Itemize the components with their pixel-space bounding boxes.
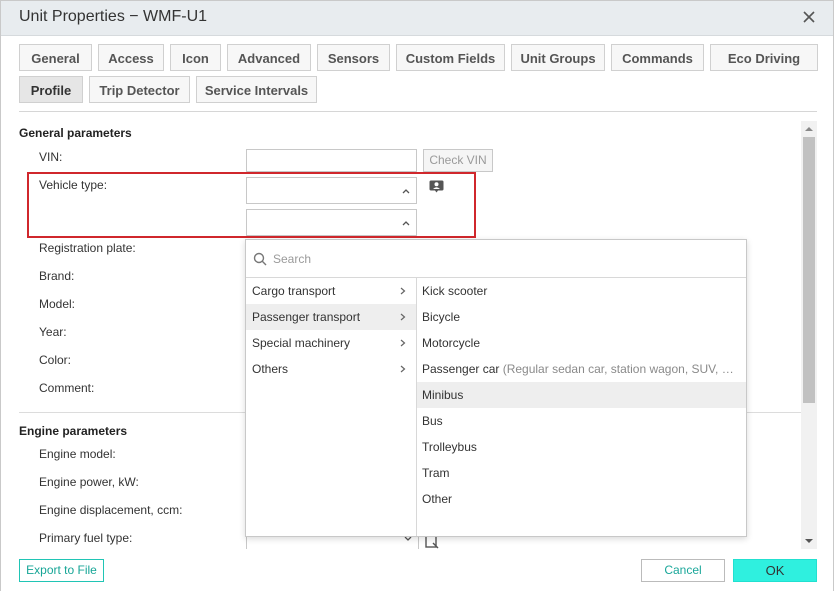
type-name: Bus — [422, 414, 443, 428]
vehicle-type-item[interactable]: Kick scooter — [417, 278, 746, 304]
category-item[interactable]: Special machinery — [246, 330, 416, 356]
dropdown-search-row — [246, 240, 746, 278]
dropdown-search-input[interactable] — [271, 248, 735, 270]
general-parameters-title: General parameters — [19, 126, 132, 140]
vehicle-type-label: Kick scooter — [422, 278, 487, 304]
engine-parameters-title: Engine parameters — [19, 424, 128, 438]
vehicle-type-item[interactable]: Minibus — [417, 382, 746, 408]
tab-service-intervals[interactable]: Service Intervals — [196, 76, 317, 103]
vehicle-type-label: Minibus — [422, 382, 463, 408]
registration-plate-label: Registration plate: — [39, 241, 136, 255]
type-name: Passenger car — [422, 362, 500, 376]
chevron-right-icon — [400, 287, 406, 295]
vehicle-type-item[interactable]: Bus — [417, 408, 746, 434]
category-item[interactable]: Passenger transport — [246, 304, 416, 330]
chevron-right-icon — [400, 313, 406, 321]
search-icon — [253, 252, 267, 266]
vehicle-type-label: Trolleybus — [422, 434, 477, 460]
ok-button[interactable]: OK — [733, 559, 817, 582]
vehicle-type-label: Passenger car (Regular sedan car, statio… — [422, 356, 734, 382]
brand-label: Brand: — [39, 269, 75, 283]
type-name: Tram — [422, 466, 450, 480]
chevron-right-icon — [400, 365, 406, 373]
scroll-up-icon[interactable] — [804, 125, 814, 133]
vin-input[interactable] — [246, 149, 417, 172]
type-description: (Regular sedan car, station wagon, SUV, … — [499, 362, 734, 376]
category-label: Special machinery — [252, 336, 351, 350]
scroll-down-icon[interactable] — [804, 537, 814, 545]
category-label: Cargo transport — [252, 284, 336, 298]
close-icon[interactable] — [801, 9, 817, 25]
vehicle-type-label: Bicycle — [422, 304, 460, 330]
category-label: Others — [252, 362, 289, 376]
category-item[interactable]: Others — [246, 356, 416, 382]
tab-access[interactable]: Access — [98, 44, 164, 71]
check-vin-button[interactable]: Check VIN — [423, 149, 493, 172]
title-bar: Unit Properties − WMF-U1 — [1, 1, 833, 36]
unit-properties-dialog: Unit Properties − WMF-U1 General Access Ic… — [0, 0, 834, 591]
vehicle-type-label: Motorcycle — [422, 330, 480, 356]
vehicle-type-label: Tram — [422, 460, 450, 486]
category-list: Cargo transport Passenger transport Specia… — [246, 278, 417, 536]
type-name: Bicycle — [422, 310, 461, 324]
type-name: Trolleybus — [422, 440, 477, 454]
year-label: Year: — [39, 325, 67, 339]
vehicle-type-label: Other — [422, 486, 452, 512]
vehicle-type-item[interactable]: Passenger car (Regular sedan car, statio… — [417, 356, 746, 382]
type-name: Other — [422, 492, 453, 506]
type-name: Motorcycle — [422, 336, 481, 350]
vehicle-type-item[interactable]: Other — [417, 486, 746, 512]
tab-profile[interactable]: Profile — [19, 76, 83, 103]
category-item[interactable]: Cargo transport — [246, 278, 416, 304]
tab-sensors[interactable]: Sensors — [317, 44, 390, 71]
tab-commands[interactable]: Commands — [611, 44, 704, 71]
color-label: Color: — [39, 353, 72, 367]
fuel-card-icon[interactable] — [425, 535, 439, 549]
tab-icon[interactable]: Icon — [170, 44, 221, 71]
vin-label: VIN: — [39, 150, 63, 164]
scrollbar-thumb[interactable] — [803, 137, 815, 403]
engine-power-label: Engine power, kW: — [39, 475, 139, 489]
type-name: Kick scooter — [422, 284, 488, 298]
export-to-file-button[interactable]: Export to File — [19, 559, 104, 582]
vehicle-type-item[interactable]: Motorcycle — [417, 330, 746, 356]
tab-advanced[interactable]: Advanced — [227, 44, 311, 71]
tabs-divider — [19, 111, 817, 112]
vehicle-type-item[interactable]: Bicycle — [417, 304, 746, 330]
tab-trip-detector[interactable]: Trip Detector — [89, 76, 190, 103]
tab-general[interactable]: General — [19, 44, 92, 71]
vehicle-type-item[interactable]: Tram — [417, 460, 746, 486]
dialog-footer: Export to File Cancel OK — [1, 549, 833, 591]
model-label: Model: — [39, 297, 76, 311]
tab-unit-groups[interactable]: Unit Groups — [511, 44, 605, 71]
primary-fuel-label: Primary fuel type: — [39, 531, 133, 545]
chevron-right-icon — [400, 339, 406, 347]
engine-displacement-label: Engine displacement, ccm: — [39, 503, 183, 517]
dialog-title: Unit Properties − WMF-U1 — [19, 8, 208, 25]
tab-custom-fields[interactable]: Custom Fields — [396, 44, 505, 71]
tab-eco-driving[interactable]: Eco Driving — [710, 44, 818, 71]
type-name: Minibus — [422, 388, 464, 402]
vehicle-type-label: Bus — [422, 408, 443, 434]
category-label: Passenger transport — [252, 310, 361, 324]
engine-model-label: Engine model: — [39, 447, 116, 461]
vehicle-type-dropdown: Cargo transport Passenger transport Specia… — [245, 239, 747, 537]
vehicle-type-highlight — [27, 172, 476, 238]
cancel-button[interactable]: Cancel — [641, 559, 725, 582]
comment-label: Comment: — [39, 381, 95, 395]
vehicle-type-item[interactable]: Trolleybus — [417, 434, 746, 460]
vehicle-type-list: Kick scooter Bicycle Motorcycle Passenger c… — [417, 278, 746, 536]
